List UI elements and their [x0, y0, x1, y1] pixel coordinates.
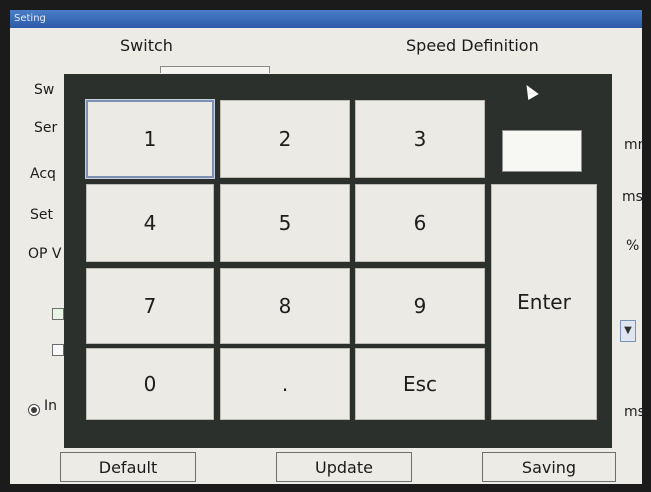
- key-4[interactable]: 4: [86, 184, 214, 262]
- key-enter[interactable]: Enter: [491, 184, 597, 420]
- unit-ms-2: ms: [624, 404, 645, 420]
- default-button[interactable]: Default: [60, 452, 196, 482]
- unit-mm: mm: [624, 137, 651, 153]
- unit-percent: %: [626, 238, 640, 254]
- key-1[interactable]: 1: [85, 99, 215, 179]
- field-label-op: OP V: [28, 246, 62, 262]
- key-2[interactable]: 2: [220, 100, 350, 178]
- window-title: Seting: [10, 10, 642, 28]
- key-6[interactable]: 6: [355, 184, 485, 262]
- tab-speed-definition[interactable]: Speed Definition: [406, 36, 539, 55]
- field-label-sensor: Ser: [34, 120, 58, 136]
- key-3[interactable]: 3: [355, 100, 485, 178]
- radio-button[interactable]: [28, 404, 40, 416]
- key-8[interactable]: 8: [220, 268, 350, 344]
- key-7[interactable]: 7: [86, 268, 214, 344]
- key-decimal[interactable]: .: [220, 348, 350, 420]
- radio-label: In: [44, 398, 58, 414]
- chevron-down-icon[interactable]: ▼: [620, 320, 636, 342]
- key-escape[interactable]: Esc: [355, 348, 485, 420]
- checkbox-1[interactable]: [52, 308, 64, 320]
- unit-ms: ms: [622, 189, 643, 205]
- field-label-acquisition: Acq: [30, 166, 56, 182]
- key-0[interactable]: 0: [86, 348, 214, 420]
- key-9[interactable]: 9: [355, 268, 485, 344]
- tab-indicator: [160, 66, 270, 73]
- field-label-switch: Sw: [34, 82, 55, 98]
- saving-button[interactable]: Saving: [482, 452, 616, 482]
- key-5[interactable]: 5: [220, 184, 350, 262]
- update-button[interactable]: Update: [276, 452, 412, 482]
- field-label-setting: Set: [30, 207, 53, 223]
- keypad-display: [502, 130, 582, 172]
- checkbox-2[interactable]: [52, 344, 64, 356]
- tab-switch[interactable]: Switch: [120, 36, 173, 55]
